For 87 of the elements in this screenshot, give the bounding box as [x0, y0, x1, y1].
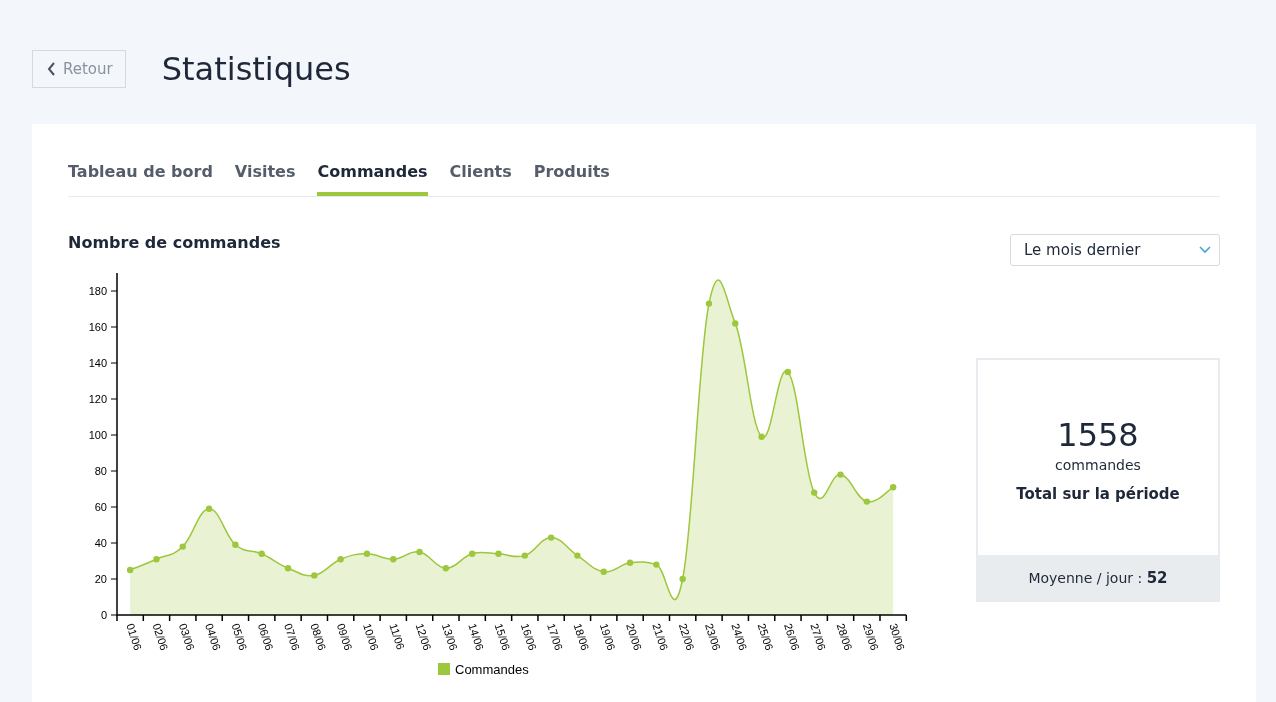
y-tick-label: 180 [88, 285, 107, 297]
tab[interactable]: Commandes [317, 162, 428, 196]
x-tick-label: 03/06 [176, 621, 197, 652]
data-point [811, 489, 818, 496]
data-point [653, 561, 660, 568]
data-point [626, 559, 634, 566]
tab[interactable]: Visites [234, 162, 296, 196]
data-point [758, 433, 765, 440]
data-point [205, 505, 213, 512]
data-point [705, 300, 713, 307]
data-point [363, 550, 371, 557]
legend-label: Commandes [455, 662, 529, 677]
data-point [337, 556, 344, 563]
page-title: Statistiques [161, 50, 351, 88]
x-tick-label: 26/06 [782, 621, 802, 652]
data-point [495, 550, 502, 557]
x-tick-label: 09/06 [334, 621, 355, 652]
x-tick-label: 24/06 [729, 621, 750, 652]
x-tick-label: 18/06 [571, 621, 592, 652]
x-tick-label: 07/06 [282, 621, 303, 652]
average-value: 52 [1146, 568, 1168, 587]
x-tick-label: 29/06 [860, 621, 881, 652]
total-value: 1558 [1057, 417, 1139, 454]
data-point [837, 471, 844, 478]
section-title: Nombre de commandes [68, 233, 282, 252]
x-tick-label: 12/06 [413, 621, 434, 652]
data-point [232, 541, 239, 548]
data-point [784, 368, 792, 376]
data-point [547, 534, 555, 541]
y-tick-label: 160 [88, 321, 107, 333]
x-tick-label: 17/06 [545, 621, 566, 652]
y-tick-label: 140 [88, 357, 107, 369]
y-tick-label: 100 [88, 429, 107, 441]
x-tick-label: 30/06 [887, 621, 908, 652]
data-point [179, 543, 186, 550]
y-tick-label: 40 [94, 537, 107, 549]
x-tick-label: 10/06 [361, 621, 381, 652]
x-tick-label: 15/06 [492, 621, 513, 652]
data-point [311, 572, 318, 579]
chevron-down-icon [1199, 246, 1211, 254]
data-point [574, 552, 581, 559]
data-point [889, 484, 897, 491]
data-point [863, 498, 871, 505]
x-tick-label: 05/06 [229, 621, 250, 652]
y-tick-label: 80 [94, 465, 107, 477]
x-tick-label: 01/06 [124, 621, 145, 652]
x-tick-label: 25/06 [755, 621, 776, 652]
x-tick-label: 23/06 [703, 621, 723, 652]
y-tick-label: 120 [88, 393, 107, 405]
x-tick-label: 14/06 [466, 621, 487, 652]
average-label: Moyenne / jour : [1028, 569, 1143, 586]
data-point [469, 550, 476, 557]
y-tick-label: 0 [100, 609, 107, 621]
y-tick-label: 20 [94, 573, 107, 585]
tab[interactable]: Produits [533, 162, 610, 196]
data-point [258, 550, 265, 557]
data-point [153, 556, 160, 563]
x-tick-label: 04/06 [203, 621, 224, 652]
data-point [284, 565, 292, 572]
legend-swatch [438, 663, 450, 675]
x-tick-label: 21/06 [650, 621, 671, 652]
x-tick-label: 06/06 [255, 621, 276, 652]
x-tick-label: 16/06 [518, 621, 539, 652]
x-tick-label: 02/06 [150, 621, 171, 652]
x-tick-label: 22/06 [676, 621, 697, 652]
chevron-left-icon [47, 62, 56, 76]
period-dropdown[interactable]: Le mois dernier [1010, 234, 1220, 266]
x-tick-label: 13/06 [439, 621, 460, 652]
x-tick-label: 11/06 [387, 621, 407, 652]
data-point [416, 548, 423, 556]
total-caption: Total sur la période [1016, 485, 1180, 504]
data-point [600, 568, 607, 575]
tab[interactable]: Clients [449, 162, 512, 196]
data-point [126, 566, 134, 574]
data-point [390, 556, 397, 563]
y-tick-label: 60 [94, 501, 107, 513]
x-tick-label: 27/06 [808, 621, 829, 652]
data-point [521, 552, 528, 559]
data-point [679, 575, 686, 583]
data-point [732, 320, 739, 327]
x-tick-label: 19/06 [597, 621, 618, 652]
x-tick-label: 20/06 [624, 621, 645, 652]
x-tick-label: 28/06 [834, 621, 855, 652]
x-tick-label: 08/06 [308, 621, 329, 652]
tab[interactable]: Tableau de bord [68, 162, 213, 196]
data-point [442, 565, 450, 572]
total-unit: commandes [1055, 457, 1141, 474]
